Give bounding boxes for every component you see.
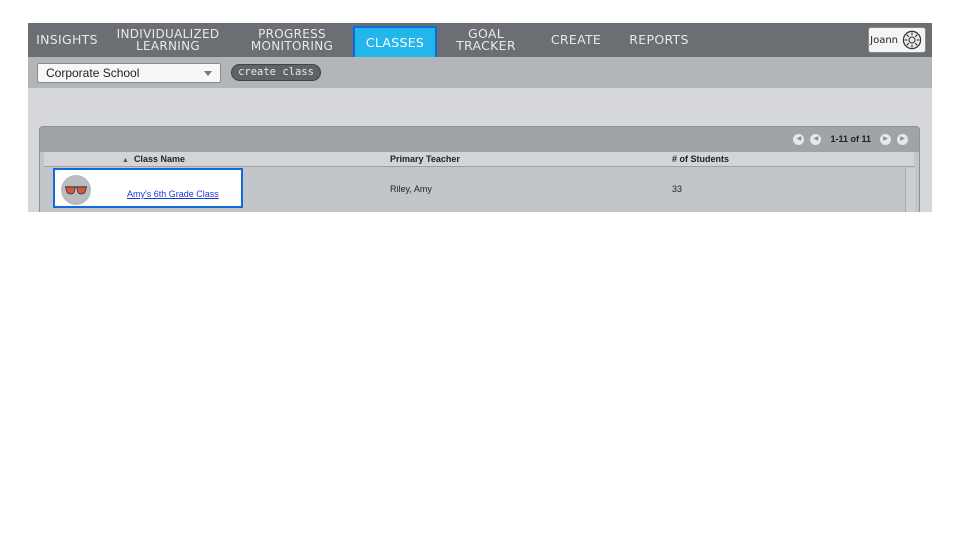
nav-insights-label: INSIGHTS <box>36 32 98 47</box>
last-page-icon[interactable]: ▶ <box>897 133 908 145</box>
nav-create[interactable]: CREATE <box>548 23 604 57</box>
class-avatar <box>61 175 91 205</box>
primary-teacher-cell: Riley, Amy <box>390 184 432 194</box>
top-navigation: INSIGHTS INDIVIDUALIZED LEARNING PROGRES… <box>28 23 932 59</box>
next-page-icon[interactable]: ▶ <box>880 133 891 145</box>
nav-progress-monitoring[interactable]: PROGRESS MONITORING <box>244 23 340 57</box>
pagination: ◀ ◀ 1-11 of 11 ▶ ▶ <box>790 132 911 146</box>
sort-ascending-icon: ▲ <box>122 157 129 164</box>
nav-reports-label: REPORTS <box>629 32 689 47</box>
nav-goal-tracker[interactable]: GOAL TRACKER <box>438 23 534 57</box>
table-row: Amy's 6th Grade Class Riley, Amy 33 <box>44 168 905 212</box>
sunglasses-icon <box>65 186 87 195</box>
nav-individualized-learning[interactable]: INDIVIDUALIZED LEARNING <box>110 23 226 57</box>
school-select[interactable]: Corporate School <box>37 63 221 83</box>
user-name: Joann <box>870 34 898 46</box>
chevron-down-icon <box>204 71 212 76</box>
nav-individualized-learning-label: INDIVIDUALIZED LEARNING <box>116 27 220 53</box>
page-info: 1-11 of 11 <box>830 134 871 144</box>
nav-classes-label: CLASSES <box>365 34 425 50</box>
nav-classes[interactable]: CLASSES <box>353 26 437 59</box>
gear-icon <box>902 30 922 50</box>
nav-progress-monitoring-label: PROGRESS MONITORING <box>250 27 334 53</box>
classes-table-panel: ◀ ◀ 1-11 of 11 ▶ ▶ ▲ Class Name Primary T… <box>39 126 920 212</box>
first-page-icon[interactable]: ◀ <box>793 133 805 145</box>
class-name-cell[interactable]: Amy's 6th Grade Class <box>53 168 243 208</box>
user-menu-button[interactable]: Joann <box>868 27 926 53</box>
nav-insights[interactable]: INSIGHTS <box>32 23 102 57</box>
student-count-cell: 33 <box>672 184 683 194</box>
nav-goal-tracker-label: GOAL TRACKER <box>456 26 516 53</box>
column-header-class-name-label: Class Name <box>133 154 185 164</box>
toolbar: Corporate School create class <box>28 57 932 88</box>
nav-reports[interactable]: REPORTS <box>624 23 694 57</box>
column-header-primary-teacher[interactable]: Primary Teacher <box>390 152 460 166</box>
nav-create-label: CREATE <box>550 32 602 47</box>
table-scrollbar[interactable] <box>905 168 915 212</box>
column-header-class-name[interactable]: ▲ Class Name <box>122 152 185 166</box>
app-window: INSIGHTS INDIVIDUALIZED LEARNING PROGRES… <box>28 23 932 212</box>
school-select-value: Corporate School <box>46 66 140 80</box>
prev-page-icon[interactable]: ◀ <box>810 133 822 145</box>
class-name-link[interactable]: Amy's 6th Grade Class <box>127 189 219 199</box>
table-header-bar: ◀ ◀ 1-11 of 11 ▶ ▶ <box>40 127 919 152</box>
column-header-students[interactable]: # of Students <box>672 152 729 166</box>
create-class-button[interactable]: create class <box>231 64 321 81</box>
